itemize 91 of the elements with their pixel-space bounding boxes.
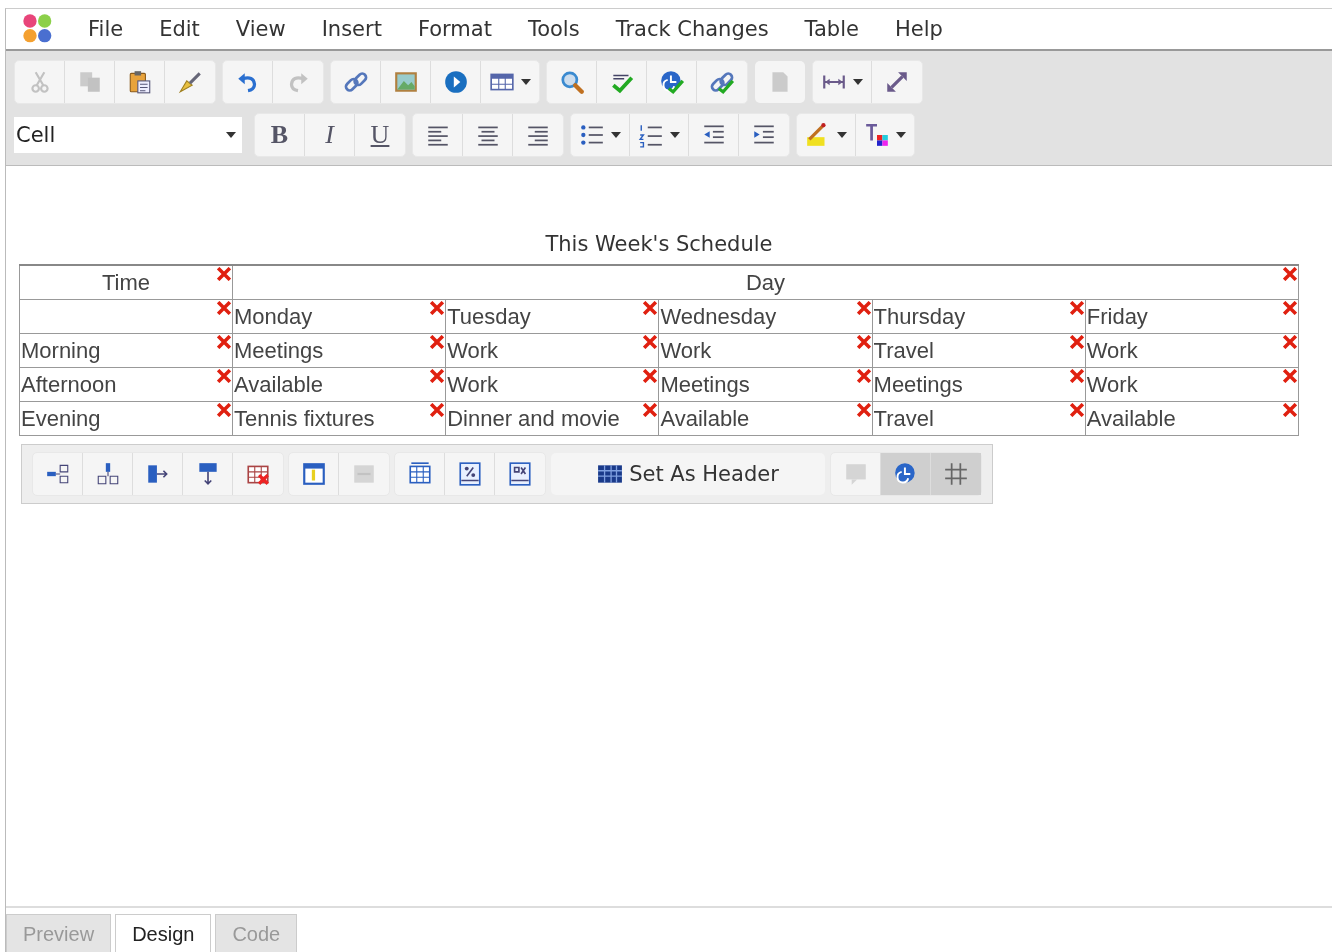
table-cell: Meetings xyxy=(872,367,1086,402)
menu-item[interactable]: Tools xyxy=(527,17,580,41)
menu-item[interactable]: File xyxy=(88,17,124,41)
table-cell: Friday xyxy=(1085,299,1299,334)
delete-icon[interactable] xyxy=(643,403,658,417)
numbered-list-icon xyxy=(638,122,664,148)
caret-icon xyxy=(226,132,236,138)
delete-icon[interactable] xyxy=(856,403,871,417)
menu-item[interactable]: Insert xyxy=(321,17,382,41)
pixel-width-icon xyxy=(507,461,533,487)
table-cell: Work xyxy=(445,333,659,368)
play-icon xyxy=(442,69,469,95)
caret-icon xyxy=(853,79,863,85)
caret-icon xyxy=(670,132,680,138)
table-cell: Monday xyxy=(232,299,446,334)
menu-item[interactable]: View xyxy=(235,17,286,41)
menu-item[interactable]: Table xyxy=(804,17,859,41)
delete-icon[interactable] xyxy=(856,369,871,383)
table-cell: Work xyxy=(658,333,873,368)
delete-icon[interactable] xyxy=(217,267,231,281)
caret-icon xyxy=(521,79,531,85)
delete-icon[interactable] xyxy=(1283,369,1297,383)
text-color-icon xyxy=(864,122,890,148)
chain-icon xyxy=(709,69,735,95)
delete-icon[interactable] xyxy=(1283,335,1297,349)
bulleted-list-icon xyxy=(579,122,605,148)
logo-icon xyxy=(22,13,54,45)
delete-icon[interactable] xyxy=(1283,267,1297,281)
delete-icon[interactable] xyxy=(1283,403,1297,417)
table-cell: Tuesday xyxy=(445,299,659,334)
table-cell: Dinner and movie xyxy=(445,401,659,436)
table-cell: Work xyxy=(1085,333,1299,368)
table-cell: Available xyxy=(1085,401,1299,436)
menu-item[interactable]: Edit xyxy=(159,17,200,41)
delete-icon[interactable] xyxy=(217,403,231,417)
delete-icon[interactable] xyxy=(430,403,445,417)
table-cell: Morning xyxy=(19,333,233,368)
delete-icon[interactable] xyxy=(1069,335,1084,349)
table-cell: Work xyxy=(445,367,659,402)
caret-icon xyxy=(611,132,621,138)
toolbar-button[interactable]: Set As Header xyxy=(551,453,825,495)
style-select[interactable]: Cell xyxy=(14,117,242,153)
table-cell: Wednesday xyxy=(658,299,873,334)
image-icon xyxy=(392,69,419,95)
cell-properties-icon xyxy=(300,461,327,487)
delete-icon[interactable] xyxy=(643,301,658,315)
table-cell: Thursday xyxy=(872,299,1086,334)
delete-icon[interactable] xyxy=(217,301,231,315)
percent-width-icon xyxy=(456,461,483,487)
toolbar-button[interactable]: I xyxy=(305,114,355,156)
delete-icon[interactable] xyxy=(217,335,231,349)
menu-item[interactable]: Help xyxy=(894,17,943,41)
caret-icon xyxy=(837,132,847,138)
table-cell: Available xyxy=(658,401,873,436)
table-cell: Afternoon xyxy=(19,367,233,402)
delete-icon[interactable] xyxy=(643,335,658,349)
toolbar-button[interactable] xyxy=(931,453,981,495)
delete-icon[interactable] xyxy=(1069,403,1084,417)
table-cell: Tennis fixtures xyxy=(232,401,446,436)
delete-icon[interactable] xyxy=(1069,301,1084,315)
menu-item[interactable]: Track Changes xyxy=(615,17,769,41)
caret-icon xyxy=(896,132,906,138)
table-cell: Meetings xyxy=(658,367,873,402)
delete-icon[interactable] xyxy=(217,369,231,383)
table-cell: Travel xyxy=(872,333,1086,368)
delete-icon[interactable] xyxy=(856,301,871,315)
menu-item[interactable]: Format xyxy=(417,17,492,41)
table-cell: Meetings xyxy=(232,333,446,368)
table-cell: Travel xyxy=(872,401,1086,436)
delete-icon[interactable] xyxy=(430,301,445,315)
toolbar-button[interactable] xyxy=(881,453,931,495)
grid-icon xyxy=(943,461,969,487)
delete-icon[interactable] xyxy=(430,335,445,349)
search-icon xyxy=(558,69,585,95)
delete-icon[interactable] xyxy=(1283,301,1297,315)
toolbar-button[interactable]: B xyxy=(255,114,305,156)
table-cell: Work xyxy=(1085,367,1299,402)
table-caption: This Week's Schedule xyxy=(544,232,774,256)
brush-icon xyxy=(177,69,203,95)
delete-icon[interactable] xyxy=(856,335,871,349)
table-cell: Available xyxy=(232,367,446,402)
chain-icon xyxy=(342,69,369,95)
view-tab[interactable]: Design xyxy=(115,914,212,952)
expand-icon xyxy=(884,69,910,95)
delete-icon[interactable] xyxy=(1069,369,1084,383)
toolbar-button[interactable]: U xyxy=(355,114,405,156)
table-cell: Day xyxy=(232,265,1299,300)
delete-icon[interactable] xyxy=(430,369,445,383)
table-cell: Evening xyxy=(19,401,233,436)
table-cell: Time xyxy=(19,265,233,300)
delete-icon[interactable] xyxy=(643,369,658,383)
